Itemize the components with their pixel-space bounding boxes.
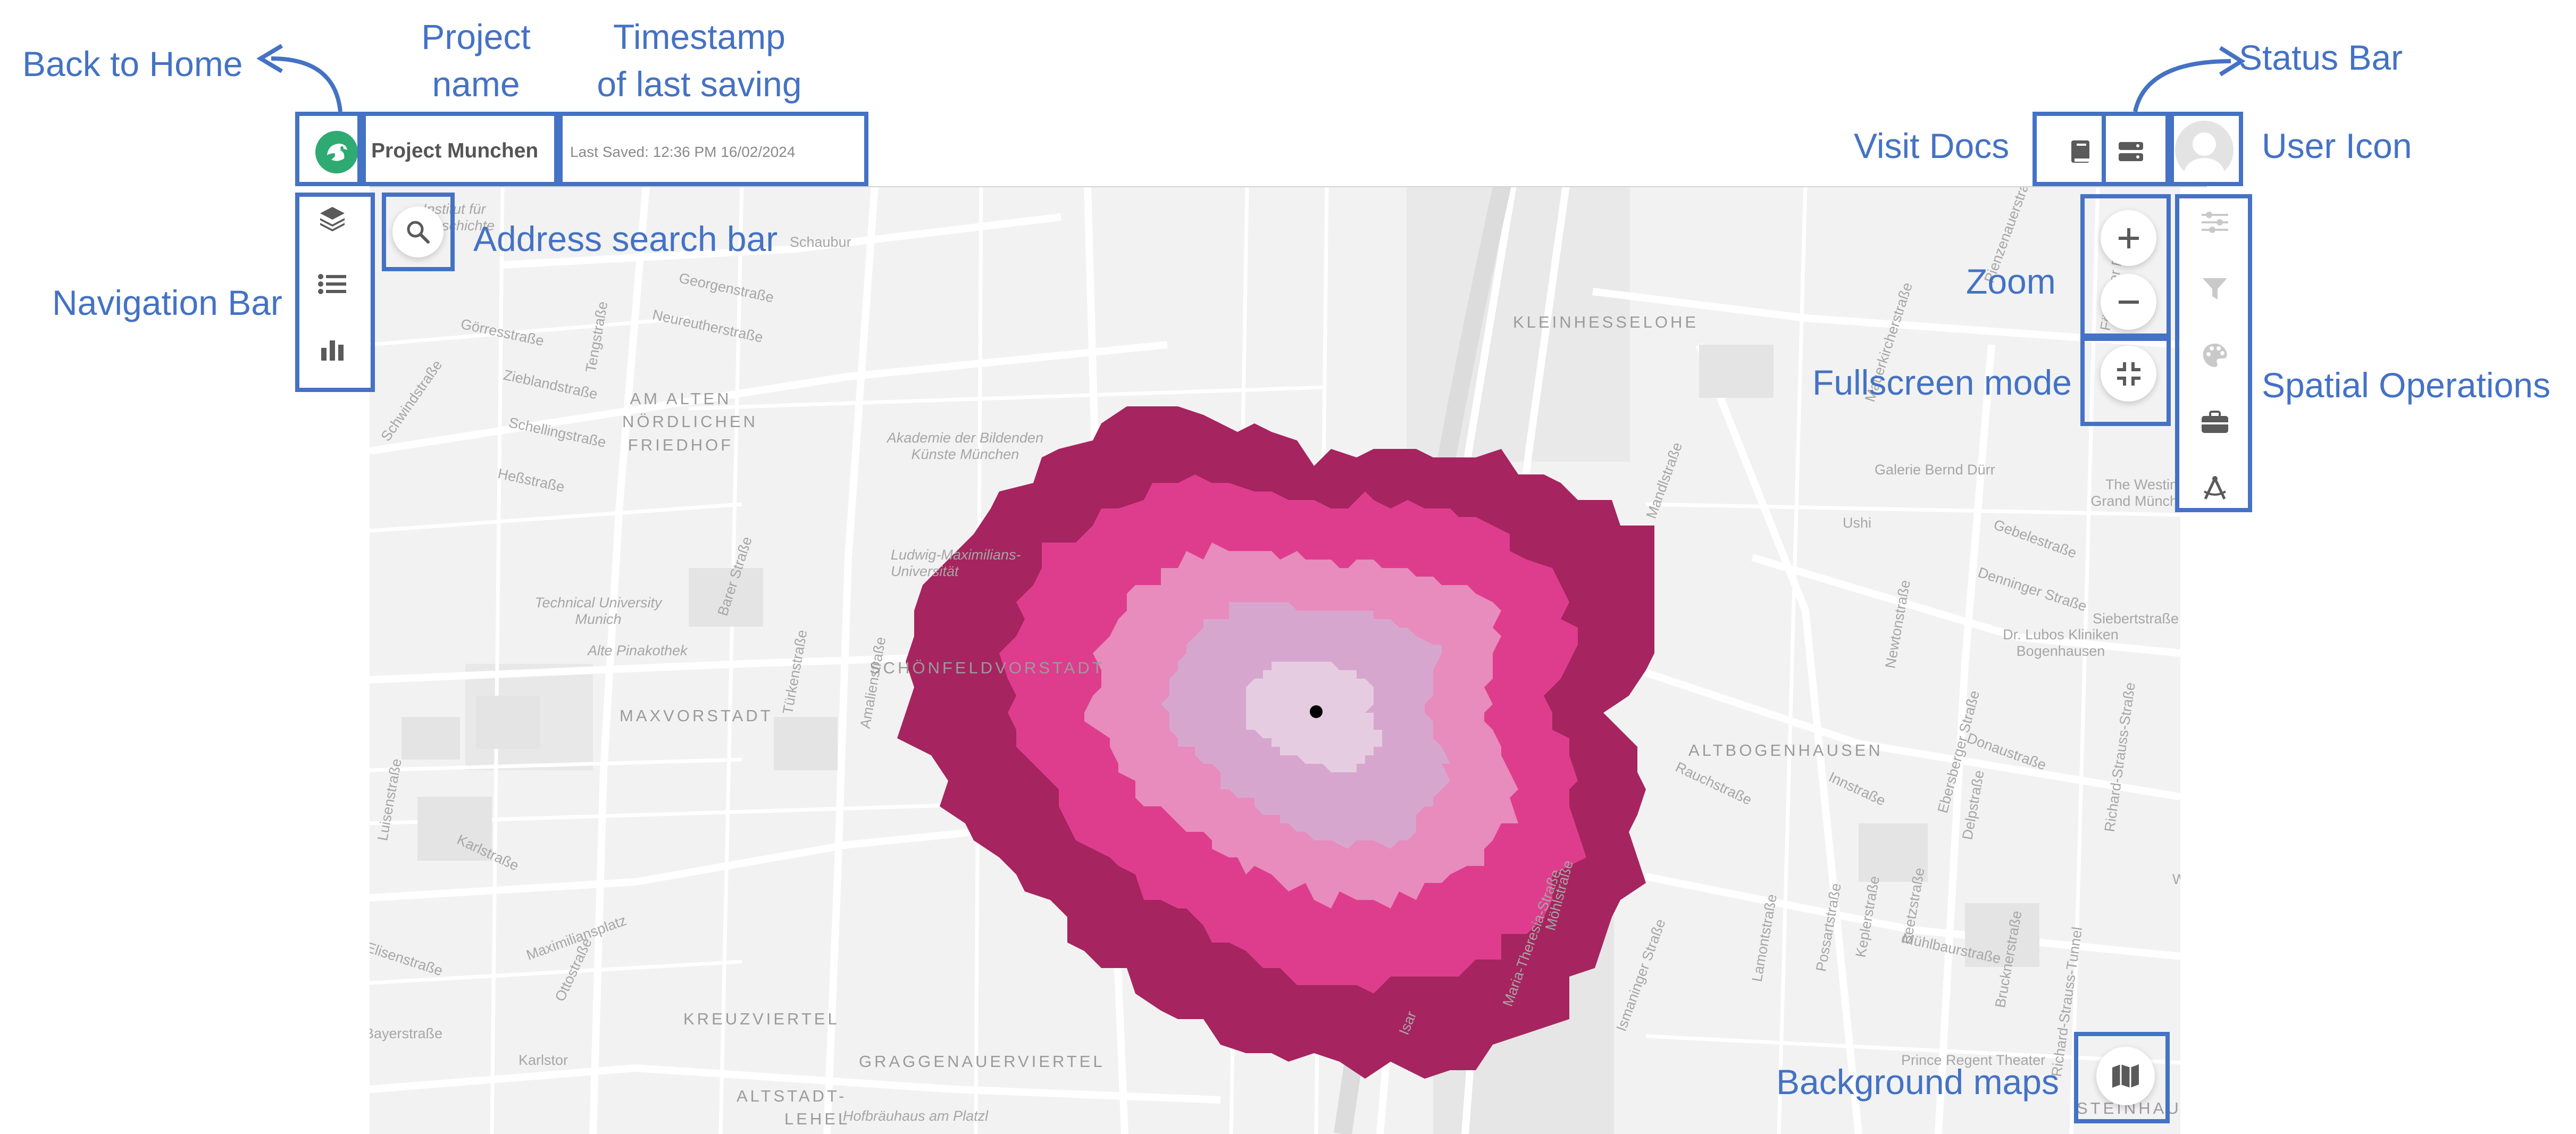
street-label: Wagmüllerstraße [2172, 871, 2180, 887]
callout-timestamp: Timestamp of last saving [585, 13, 814, 108]
callout-box-background-maps [2074, 1032, 2170, 1123]
callout-box-zoom [2080, 194, 2171, 338]
street-label: Siebertstraße [2093, 611, 2179, 627]
callout-visit-docs: Visit Docs [1854, 126, 2010, 165]
district-label: LEHEL [784, 1110, 850, 1128]
callout-box-fullscreen [2080, 337, 2171, 426]
street-label: Karlstor [518, 1052, 568, 1068]
callout-box-search [382, 193, 455, 271]
callout-box-docs [2033, 112, 2106, 186]
district-label: AM ALTEN NÖRDLICHEN FRIEDHOF [622, 387, 758, 456]
district-label: KREUZVIERTEL [683, 1010, 840, 1028]
callout-zoom: Zoom [1966, 262, 2056, 301]
start-point-marker[interactable] [1310, 705, 1323, 718]
district-label: MAXVORSTADT [620, 706, 773, 725]
district-label: KLEINHESSELOHE [1513, 313, 1699, 331]
callout-navigation-bar: Navigation Bar [52, 283, 282, 322]
callout-line: name [432, 64, 520, 104]
callout-spatial-operations: Spatial Operations [2262, 365, 2550, 405]
street-label: Bayerstraße [370, 1025, 443, 1041]
callout-box-home [295, 112, 362, 186]
callout-box-user [2170, 112, 2243, 186]
poi-label: Dr. Lubos Kliniken Bogenhausen [2003, 627, 2119, 659]
poi-label: Akademie der Bildenden Künste München [886, 430, 1044, 462]
callout-user-icon: User Icon [2262, 126, 2412, 165]
poi-label: Technical University Munich [534, 595, 662, 627]
district-line: FRIEDHOF [628, 435, 734, 454]
callout-line: of last saving [597, 64, 802, 104]
poi-label: Ushi [1843, 515, 1872, 531]
callout-background-maps: Background maps [1776, 1062, 2059, 1102]
poi-label: Hofbräuhaus am Platzl [843, 1108, 989, 1124]
callout-project-name: Project name [409, 13, 542, 108]
callout-status-bar: Status Bar [2239, 38, 2403, 77]
poi-label: Alte Pinakothek [588, 643, 688, 658]
callout-box-project-name [362, 112, 558, 186]
callout-line: Timestamp [613, 17, 785, 56]
district-label: SCHÖNFELDVORSTADT [869, 658, 1105, 677]
callout-back-home: Back to Home [22, 44, 243, 84]
street-label: Schaubur [790, 234, 851, 250]
callout-box-navigation [295, 193, 375, 392]
poi-label: Ludwig-Maximilians-Universität [891, 547, 1021, 579]
poi-label: Galerie Bernd Dürr [1875, 462, 1995, 478]
map-canvas[interactable]: Schaubur Georgenstraße Neureutherstraße … [370, 185, 2180, 1134]
district-label: ALTBOGENHAUSEN [1688, 741, 1883, 760]
callout-box-timestamp [558, 112, 868, 186]
callout-box-spatial [2175, 194, 2252, 512]
callout-box-status [2102, 112, 2170, 186]
district-label: GRAGGENAUERVIERTEL [859, 1052, 1105, 1071]
callout-line: Project [421, 17, 531, 56]
arrow-status-bar [2133, 46, 2246, 112]
callout-fullscreen: Fullscreen mode [1812, 363, 2072, 402]
arrow-back-home [256, 44, 342, 112]
district-line: AM ALTEN [630, 389, 732, 408]
isochrone-layers [897, 406, 1654, 1079]
poi-label: The Westin Grand Münch [2090, 477, 2178, 509]
callout-address-search: Address search bar [473, 219, 778, 259]
district-line: NÖRDLICHEN [622, 412, 758, 431]
district-label: ALTSTADT- [737, 1087, 847, 1105]
map-svg [370, 185, 2180, 1134]
